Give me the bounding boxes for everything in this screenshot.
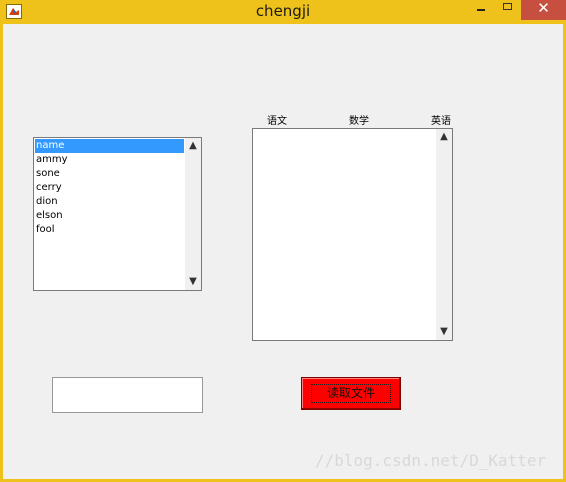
minimize-icon[interactable] xyxy=(468,0,494,20)
scroll-down-icon[interactable]: ▼ xyxy=(436,325,452,339)
figure-window: chengji ✕ name ammy sone cerry dion elson fool… xyxy=(0,0,566,482)
figure-content: name ammy sone cerry dion elson fool ▲ ▼ 语文 数学… xyxy=(3,24,563,479)
read-file-button[interactable]: 读取文件 xyxy=(301,377,401,410)
text-input[interactable] xyxy=(52,377,203,413)
list-item[interactable]: dion xyxy=(35,195,184,209)
scroll-up-icon[interactable]: ▲ xyxy=(436,130,452,144)
list-item[interactable]: fool xyxy=(35,223,184,237)
title-bar[interactable]: chengji ✕ xyxy=(0,0,566,24)
list-item[interactable]: ammy xyxy=(35,153,184,167)
watermark: //blog.csdn.net/D_Katter xyxy=(315,451,547,470)
scroll-down-icon[interactable]: ▼ xyxy=(185,275,201,289)
close-icon[interactable]: ✕ xyxy=(521,0,566,20)
maximize-icon[interactable] xyxy=(495,0,521,20)
score-list-scrollbar[interactable]: ▲ ▼ xyxy=(436,129,452,340)
header-english: 英语 xyxy=(431,116,451,127)
name-list: name ammy sone cerry dion elson fool xyxy=(35,139,184,237)
score-listbox[interactable]: ▲ ▼ xyxy=(252,128,453,341)
name-listbox[interactable]: name ammy sone cerry dion elson fool ▲ ▼ xyxy=(33,137,202,291)
list-item[interactable]: name xyxy=(35,139,184,153)
name-list-scrollbar[interactable]: ▲ ▼ xyxy=(185,138,201,290)
scroll-up-icon[interactable]: ▲ xyxy=(185,139,201,153)
header-math: 数学 xyxy=(349,116,369,127)
header-chinese: 语文 xyxy=(267,116,287,127)
list-item[interactable]: elson xyxy=(35,209,184,223)
list-item[interactable]: cerry xyxy=(35,181,184,195)
list-item[interactable]: sone xyxy=(35,167,184,181)
